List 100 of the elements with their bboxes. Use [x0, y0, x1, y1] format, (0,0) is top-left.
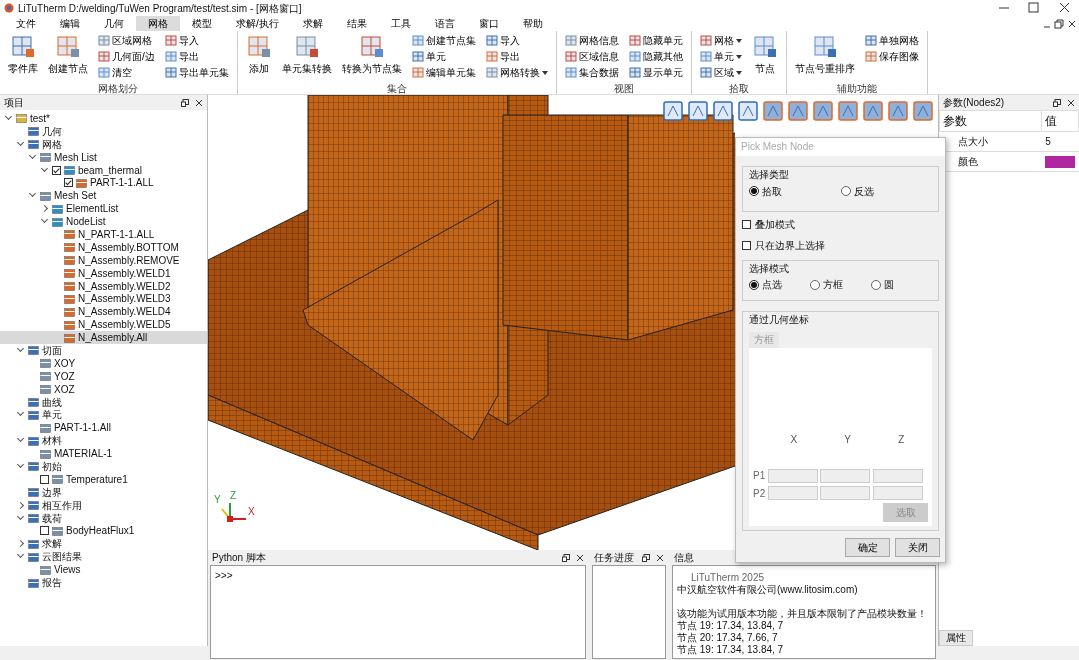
ribbon-button[interactable]: 隐藏单元: [626, 33, 685, 48]
input-field[interactable]: [767, 486, 818, 500]
tree-item[interactable]: N_Assembly.WELD4: [0, 305, 207, 319]
dialog-button[interactable]: 确定: [845, 538, 890, 557]
radio-button[interactable]: [749, 186, 759, 196]
tree-item[interactable]: 云图结果: [0, 550, 207, 564]
ribbon-button[interactable]: 区域网格: [96, 33, 157, 48]
tree-item[interactable]: N_Assembly.WELD2: [0, 279, 207, 293]
ribbon-button[interactable]: 网格信息: [562, 33, 621, 48]
panel-tab[interactable]: 属性: [939, 630, 973, 646]
float-icon[interactable]: [642, 553, 650, 562]
view-tool-icon[interactable]: [837, 99, 859, 123]
view-tool-icon[interactable]: [912, 99, 934, 123]
menu-item[interactable]: 结果: [334, 16, 379, 31]
menu-item[interactable]: 语言: [422, 16, 467, 31]
ribbon-button[interactable]: 导入: [483, 33, 550, 48]
ribbon-button[interactable]: 节点: [749, 33, 780, 83]
input-field[interactable]: [767, 468, 818, 483]
tree-item[interactable]: Mesh List: [0, 150, 207, 164]
tree-item[interactable]: NodeList: [0, 215, 207, 228]
ribbon-button[interactable]: 保存图像: [862, 49, 921, 64]
tree-item[interactable]: ElementList: [0, 202, 207, 216]
tree-item[interactable]: XOZ: [0, 382, 207, 396]
float-icon[interactable]: [1053, 98, 1061, 107]
menu-item[interactable]: 编辑: [48, 16, 92, 31]
ribbon-button[interactable]: 编辑单元集: [409, 65, 478, 80]
menu-item[interactable]: 网格: [136, 16, 180, 31]
tree-item[interactable]: 报告: [0, 576, 207, 589]
ribbon-button[interactable]: 创建节点: [46, 33, 90, 83]
radio-button[interactable]: [749, 279, 759, 290]
radio-button[interactable]: [810, 279, 820, 290]
tree-item[interactable]: PART-1-1.ALL: [0, 176, 207, 190]
dialog-button[interactable]: 关闭: [895, 538, 940, 557]
radio-button[interactable]: [840, 186, 851, 196]
tree-item[interactable]: 初始: [0, 460, 207, 473]
tree-item[interactable]: 单元: [0, 408, 207, 422]
tree-item[interactable]: 网格: [0, 137, 207, 151]
tree-item[interactable]: PART-1-1.All: [0, 421, 207, 435]
tree-item[interactable]: BodyHeatFlux1: [0, 524, 207, 538]
ribbon-button[interactable]: 单元: [697, 49, 744, 64]
view-tool-icon[interactable]: [662, 99, 684, 123]
ribbon-button[interactable]: 导出: [162, 49, 231, 64]
menu-item[interactable]: 模型: [180, 16, 224, 31]
tree-item[interactable]: Views: [0, 563, 207, 577]
tree-item[interactable]: N_Assembly.WELD1: [0, 266, 207, 280]
tree-item[interactable]: N_Assembly.All: [0, 331, 207, 345]
tree-item[interactable]: 材料: [0, 434, 207, 448]
menu-item[interactable]: 几何: [92, 16, 136, 31]
tree-item[interactable]: N_Assembly.REMOVE: [0, 253, 207, 267]
view-tool-icon[interactable]: [737, 99, 759, 123]
ribbon-button[interactable]: 集合数据: [562, 65, 621, 80]
tree-item[interactable]: YOZ: [0, 369, 207, 383]
view-tool-icon[interactable]: [787, 99, 809, 123]
view-tool-icon[interactable]: [887, 99, 909, 123]
input-field[interactable]: [872, 468, 923, 483]
dropdown-caret-icon[interactable]: [541, 70, 548, 75]
tree-item[interactable]: test*: [0, 112, 207, 125]
input-field[interactable]: [820, 468, 870, 483]
tree-item[interactable]: 边界: [0, 485, 207, 499]
color-swatch[interactable]: [1045, 155, 1075, 168]
checkbox[interactable]: [742, 219, 751, 229]
tree-item[interactable]: beam_thermal: [0, 163, 207, 177]
ribbon-button[interactable]: 导出: [483, 49, 550, 64]
ribbon-button[interactable]: 单元: [409, 49, 478, 64]
menu-item[interactable]: 工具: [378, 16, 423, 31]
tree-item[interactable]: MATERIAL-1: [0, 447, 207, 461]
ribbon-button[interactable]: 网格转换: [483, 65, 550, 80]
ribbon-button[interactable]: 转换为节点集: [339, 33, 404, 83]
menu-item[interactable]: 帮助: [510, 16, 555, 31]
close-icon[interactable]: [195, 98, 203, 107]
checkbox[interactable]: [742, 240, 751, 250]
tree-item[interactable]: 相互作用: [0, 498, 207, 512]
restore-icon[interactable]: [1054, 18, 1064, 29]
ribbon-button[interactable]: 单独网格: [862, 33, 921, 48]
ribbon-button[interactable]: 网格: [697, 33, 744, 48]
ribbon-button[interactable]: 清空: [96, 65, 157, 80]
close-icon[interactable]: [656, 553, 664, 562]
tree-item[interactable]: N_Assembly.BOTTOM: [0, 240, 207, 254]
close-icon[interactable]: [1067, 98, 1075, 107]
tree-item[interactable]: Temperature1: [0, 472, 207, 486]
radio-button[interactable]: [871, 279, 881, 290]
view-tool-icon[interactable]: [812, 99, 834, 123]
dropdown-caret-icon[interactable]: [735, 70, 742, 75]
view-tool-icon[interactable]: [862, 99, 884, 123]
tree-item[interactable]: 几何: [0, 124, 207, 138]
ribbon-button[interactable]: 零件库: [6, 33, 40, 83]
checkbox[interactable]: [64, 178, 73, 188]
input-field[interactable]: [872, 486, 923, 500]
close-icon[interactable]: [1066, 18, 1077, 29]
view-tool-icon[interactable]: [687, 99, 709, 123]
dropdown-caret-icon[interactable]: [735, 38, 742, 43]
view-tool-icon[interactable]: [712, 99, 734, 123]
tree-item[interactable]: N_PART-1-1.ALL: [0, 228, 207, 241]
ribbon-button[interactable]: 区域信息: [562, 49, 621, 64]
ribbon-button[interactable]: 导入: [162, 33, 231, 48]
input-field[interactable]: [820, 486, 870, 500]
checkbox[interactable]: [52, 165, 61, 175]
checkbox[interactable]: [40, 526, 49, 536]
menu-item[interactable]: 文件: [4, 16, 48, 31]
menu-item[interactable]: 求解/执行: [224, 16, 291, 31]
